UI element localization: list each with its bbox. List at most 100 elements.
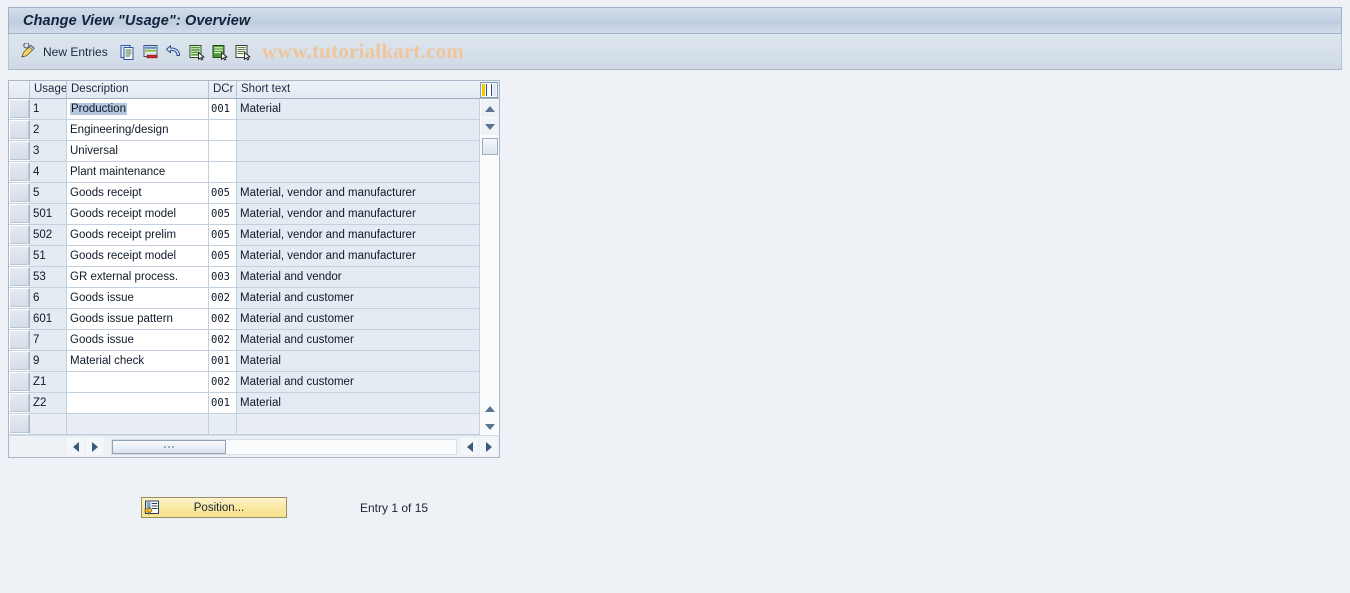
cell-dcr[interactable]: 002 xyxy=(209,330,237,350)
cell-dcr[interactable]: 005 xyxy=(209,225,237,245)
cell-description[interactable] xyxy=(67,372,209,392)
cell-short-text[interactable]: Material and customer xyxy=(237,309,479,329)
cell-usage[interactable]: 1 xyxy=(30,99,67,119)
cell-short-text[interactable]: Material and vendor xyxy=(237,267,479,287)
cell-dcr[interactable]: 003 xyxy=(209,267,237,287)
cell-usage[interactable] xyxy=(30,414,67,434)
cell-usage[interactable]: 5 xyxy=(30,183,67,203)
select-all-column-header[interactable] xyxy=(9,81,30,98)
column-header-short-text[interactable]: Short text xyxy=(237,81,479,98)
cell-dcr[interactable]: 002 xyxy=(209,288,237,308)
hscroll-page-left-button[interactable] xyxy=(461,438,478,455)
cell-short-text[interactable]: Material xyxy=(237,99,479,119)
table-horizontal-scrollbar[interactable] xyxy=(9,435,499,457)
cell-short-text[interactable] xyxy=(237,120,479,140)
select-all-icon[interactable] xyxy=(188,43,206,61)
table-row[interactable]: Z1 002 Material and customer xyxy=(9,372,479,393)
cell-usage[interactable]: 7 xyxy=(30,330,67,350)
cell-dcr[interactable]: 002 xyxy=(209,309,237,329)
column-header-dcr[interactable]: DCr xyxy=(209,81,237,98)
cell-short-text[interactable]: Material, vendor and manufacturer xyxy=(237,246,479,266)
table-row[interactable]: 601 Goods issue pattern 002 Material and cu… xyxy=(9,309,479,330)
cell-description[interactable]: GR external process. xyxy=(67,267,209,287)
cell-usage[interactable]: 601 xyxy=(30,309,67,329)
row-select-handle[interactable] xyxy=(9,99,30,119)
cell-usage[interactable]: Z2 xyxy=(30,393,67,413)
cell-dcr[interactable]: 001 xyxy=(209,99,237,119)
row-select-handle[interactable] xyxy=(9,204,30,224)
new-entries-button[interactable]: New Entries xyxy=(19,39,114,65)
hscroll-track[interactable] xyxy=(111,438,457,455)
cell-usage[interactable]: 53 xyxy=(30,267,67,287)
table-row[interactable]: 9 Material check 001 Material xyxy=(9,351,479,372)
cell-short-text[interactable]: Material and customer xyxy=(237,330,479,350)
page-down-button[interactable] xyxy=(481,418,499,435)
undo-icon[interactable] xyxy=(165,43,183,61)
cell-short-text[interactable] xyxy=(237,162,479,182)
cell-usage[interactable]: 3 xyxy=(30,141,67,161)
row-select-handle[interactable] xyxy=(9,288,30,308)
row-select-handle[interactable] xyxy=(9,330,30,350)
cell-usage[interactable]: 2 xyxy=(30,120,67,140)
row-select-handle[interactable] xyxy=(9,351,30,371)
cell-description[interactable]: Engineering/design xyxy=(67,120,209,140)
hscroll-page-right-button[interactable] xyxy=(480,438,497,455)
row-select-handle[interactable] xyxy=(9,162,30,182)
row-select-handle[interactable] xyxy=(9,414,30,434)
hscroll-thumb[interactable] xyxy=(112,439,226,454)
scroll-down-button[interactable] xyxy=(480,118,499,135)
cell-description[interactable]: Goods issue xyxy=(67,330,209,350)
cell-short-text[interactable]: Material and customer xyxy=(237,372,479,392)
cell-short-text[interactable]: Material xyxy=(237,393,479,413)
cell-dcr[interactable]: 005 xyxy=(209,183,237,203)
cell-short-text[interactable] xyxy=(237,141,479,161)
page-up-button[interactable] xyxy=(481,400,499,417)
row-select-handle[interactable] xyxy=(9,267,30,287)
table-settings-icon[interactable] xyxy=(480,82,498,98)
cell-description[interactable]: Goods issue xyxy=(67,288,209,308)
hscroll-right-button[interactable] xyxy=(86,438,103,455)
cell-description[interactable] xyxy=(67,393,209,413)
row-select-handle[interactable] xyxy=(9,225,30,245)
row-select-handle[interactable] xyxy=(9,393,30,413)
cell-usage[interactable]: 51 xyxy=(30,246,67,266)
cell-usage[interactable]: 502 xyxy=(30,225,67,245)
row-select-handle[interactable] xyxy=(9,120,30,140)
cell-usage[interactable]: 4 xyxy=(30,162,67,182)
scroll-thumb[interactable] xyxy=(481,138,498,155)
row-select-handle[interactable] xyxy=(9,183,30,203)
row-select-handle[interactable] xyxy=(9,309,30,329)
deselect-all-icon[interactable] xyxy=(211,43,229,61)
cell-usage[interactable]: 501 xyxy=(30,204,67,224)
cell-short-text[interactable]: Material, vendor and manufacturer xyxy=(237,204,479,224)
cell-dcr[interactable]: 005 xyxy=(209,204,237,224)
cell-dcr[interactable]: 001 xyxy=(209,351,237,371)
column-header-usage[interactable]: Usage xyxy=(30,81,67,98)
cell-dcr[interactable]: 002 xyxy=(209,372,237,392)
cell-description[interactable]: Goods issue pattern xyxy=(67,309,209,329)
table-row[interactable]: 501 Goods receipt model 005 Material, vendo… xyxy=(9,204,479,225)
table-row[interactable]: 51 Goods receipt model 005 Material, vendor… xyxy=(9,246,479,267)
table-row[interactable]: 502 Goods receipt prelim 005 Material, vend… xyxy=(9,225,479,246)
row-select-handle[interactable] xyxy=(9,246,30,266)
delete-row-icon[interactable] xyxy=(142,43,160,61)
cell-description[interactable]: Production xyxy=(67,99,209,119)
row-select-handle[interactable] xyxy=(9,141,30,161)
table-row[interactable]: 6 Goods issue 002 Material and customer xyxy=(9,288,479,309)
table-vertical-scrollbar[interactable] xyxy=(479,99,499,437)
table-row[interactable]: 3 Universal xyxy=(9,141,479,162)
cell-description[interactable]: Plant maintenance xyxy=(67,162,209,182)
cell-short-text[interactable]: Material and customer xyxy=(237,288,479,308)
cell-description[interactable]: Goods receipt model xyxy=(67,204,209,224)
table-row[interactable]: 53 GR external process. 003 Material and ve… xyxy=(9,267,479,288)
table-row[interactable]: 1 Production 001 Material xyxy=(9,99,479,120)
table-row[interactable]: 2 Engineering/design xyxy=(9,120,479,141)
cell-short-text[interactable] xyxy=(237,414,479,434)
hscroll-left-button[interactable] xyxy=(67,438,84,455)
variant-icon[interactable] xyxy=(234,43,252,61)
scroll-up-button[interactable] xyxy=(480,100,499,117)
table-row[interactable]: 7 Goods issue 002 Material and customer xyxy=(9,330,479,351)
cell-dcr[interactable]: 001 xyxy=(209,393,237,413)
copy-icon[interactable] xyxy=(119,43,137,61)
cell-usage[interactable]: 9 xyxy=(30,351,67,371)
